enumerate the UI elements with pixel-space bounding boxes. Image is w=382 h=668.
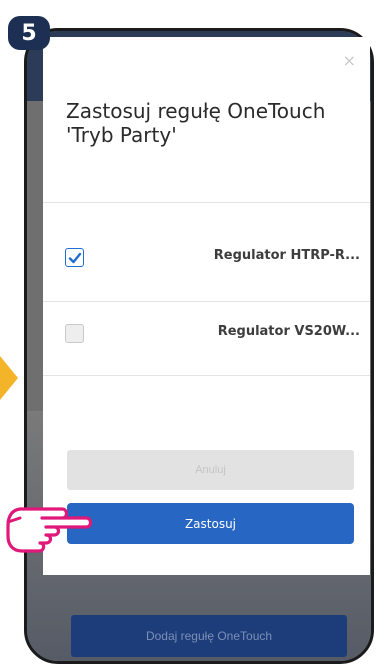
device-row-htrp[interactable]: Regulator HTRP-R... bbox=[43, 223, 370, 293]
close-icon[interactable]: × bbox=[343, 51, 356, 70]
apply-rule-modal: × Zastosuj regułę OneTouch 'Tryb Party' … bbox=[43, 37, 370, 575]
device-checkbox-vs20w[interactable] bbox=[65, 324, 84, 343]
add-onetouch-rule-button[interactable]: Dodaj regułę OneTouch bbox=[71, 615, 347, 657]
cancel-button[interactable]: Anuluj bbox=[67, 450, 354, 490]
pointing-hand-icon bbox=[6, 507, 92, 553]
divider bbox=[43, 375, 370, 376]
modal-title: Zastosuj regułę OneTouch 'Tryb Party' bbox=[66, 99, 326, 147]
device-label-vs20w: Regulator VS20W... bbox=[217, 324, 360, 339]
device-checkbox-htrp[interactable] bbox=[65, 248, 84, 267]
device-label-htrp: Regulator HTRP-R... bbox=[213, 248, 360, 263]
device-row-vs20w[interactable]: Regulator VS20W... bbox=[43, 299, 370, 369]
step-badge: 5 bbox=[8, 16, 50, 50]
divider bbox=[43, 202, 370, 203]
checkmark-icon bbox=[68, 252, 81, 263]
side-arrow-marker bbox=[0, 356, 18, 400]
apply-button[interactable]: Zastosuj bbox=[67, 503, 354, 544]
